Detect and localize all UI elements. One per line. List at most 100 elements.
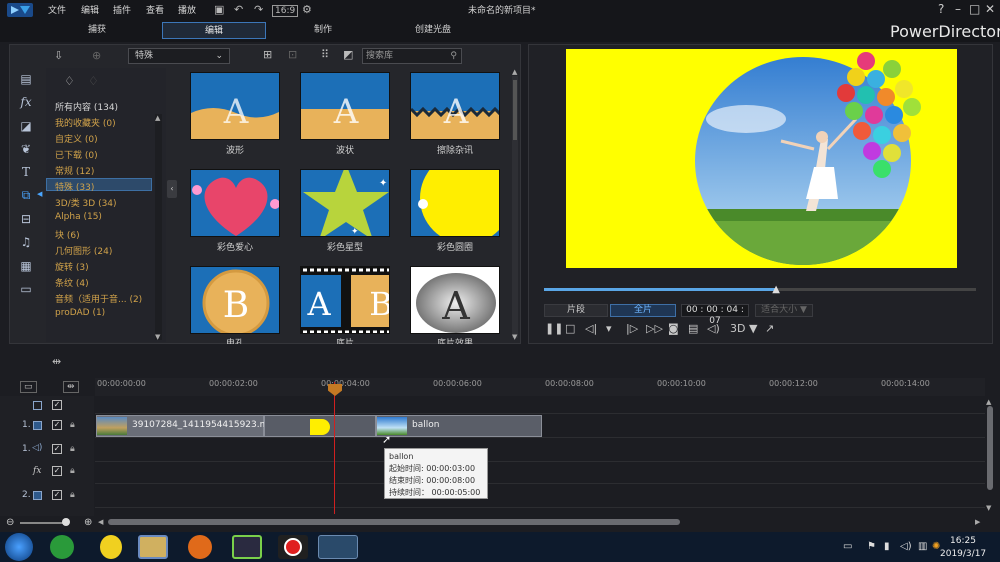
next-frame-icon[interactable]: |▷ — [626, 322, 638, 335]
lock-icon[interactable]: 🔒︎ — [70, 420, 75, 430]
3d-mode-select[interactable]: 3D ▼ — [730, 322, 757, 335]
category-select[interactable]: 特殊 ⌄ — [128, 48, 230, 64]
split-marker-icon[interactable]: ▾ — [606, 322, 612, 335]
transition-thumb-film[interactable]: AB — [300, 266, 390, 334]
category-item[interactable]: 旋转 (3) — [55, 260, 89, 273]
category-item[interactable]: 我的收藏夹 (0) — [55, 116, 116, 129]
zoom-slider-knob[interactable] — [62, 518, 70, 526]
search-input[interactable]: 搜索库 ⚲ — [362, 48, 462, 64]
tray-volume-icon[interactable]: ◁) — [900, 541, 912, 552]
clock-time[interactable]: 16:25 — [950, 536, 976, 546]
transition-thumb-film-effect[interactable]: A — [410, 266, 500, 334]
transition-thumb-noise-wipe[interactable]: A — [410, 72, 500, 140]
timeline-horizontal-scrollbar[interactable] — [108, 519, 680, 525]
voice-over-icon[interactable]: ♫ — [18, 235, 34, 251]
category-scrollbar[interactable] — [155, 114, 162, 340]
particle-room-icon[interactable]: ❦ — [18, 142, 34, 158]
category-item[interactable]: 自定义 (0) — [55, 132, 98, 145]
download-globe-icon[interactable]: ⊕ — [92, 49, 101, 62]
category-item[interactable]: 所有内容 (134) — [55, 100, 118, 113]
transition-thumb-wave[interactable]: A — [190, 72, 280, 140]
zoom-slider-track[interactable] — [20, 522, 68, 524]
settings-gear-icon[interactable]: ⚙ — [302, 3, 312, 16]
category-item[interactable]: proDAD (1) — [55, 308, 105, 318]
category-item[interactable]: 块 (6) — [55, 228, 80, 241]
help-button[interactable]: ? — [938, 2, 944, 16]
title-room-icon[interactable]: T — [18, 165, 34, 181]
taskbar-app-360-icon[interactable] — [50, 535, 74, 559]
remove-tag-icon[interactable]: ♢ — [88, 74, 99, 88]
lock-icon[interactable]: 🔒︎ — [70, 466, 75, 476]
zoom-in-icon[interactable]: ⊕ — [84, 517, 92, 528]
video-track-enable-checkbox[interactable]: ✓ — [52, 490, 62, 500]
track-manager-icon[interactable]: ▭ — [20, 381, 37, 393]
subtitle-room-icon[interactable]: ▭ — [18, 282, 34, 298]
audio-track-enable-checkbox[interactable]: ✓ — [52, 444, 62, 454]
video-track-enable-checkbox[interactable]: ✓ — [52, 420, 62, 430]
media-room-icon[interactable]: ▤ — [18, 72, 34, 88]
snapshot-camera-icon[interactable]: ◙ — [668, 322, 679, 335]
tab-produce[interactable]: 制作 — [271, 22, 375, 39]
lock-icon[interactable]: 🔒︎ — [70, 444, 75, 454]
redo-icon[interactable]: ↷ — [254, 3, 263, 16]
minimize-button[interactable]: – — [955, 2, 961, 16]
movie-mode-button[interactable]: 全片 — [610, 304, 676, 317]
taskbar-app-powerdirector-icon[interactable] — [318, 535, 358, 559]
tab-edit[interactable]: 编辑 — [162, 22, 266, 39]
clock-date[interactable]: 2019/3/17 — [940, 549, 986, 559]
scroll-up-icon[interactable]: ▲ — [512, 68, 517, 76]
menu-edit[interactable]: 编辑 — [81, 3, 99, 16]
grid-view-icon[interactable]: ⠿ — [321, 48, 329, 61]
tab-create-disc[interactable]: 创建光盘 — [381, 22, 485, 39]
transition-thumb-color-star[interactable]: ✦ ✦ — [300, 169, 390, 237]
fx-room-icon[interactable]: fx — [18, 95, 34, 111]
thumbnail-size-icon[interactable]: ◩ — [343, 48, 353, 61]
stop-icon[interactable]: □ — [565, 322, 575, 335]
volume-icon[interactable]: ◁) — [707, 322, 720, 335]
tray-network-icon[interactable]: ▥ — [918, 541, 927, 552]
menu-view[interactable]: 查看 — [146, 3, 164, 16]
category-item[interactable]: 条纹 (4) — [55, 276, 89, 289]
tray-device-icon[interactable]: ▮ — [884, 541, 890, 552]
category-item[interactable]: 音频（适用于音... (2) — [55, 292, 142, 305]
scroll-up-icon[interactable]: ▲ — [155, 114, 160, 122]
audio-mixing-icon[interactable]: ⊟ — [18, 212, 34, 228]
add-tag-icon[interactable]: ♢ — [64, 74, 75, 88]
transition-thumb-color-circle[interactable] — [410, 169, 500, 237]
menu-plugins[interactable]: 插件 — [113, 3, 131, 16]
transition-thumb-color-heart[interactable] — [190, 169, 280, 237]
subtitle-display-icon[interactable]: ▤ — [688, 322, 698, 335]
fast-forward-icon[interactable]: ▷▷ — [646, 322, 663, 335]
taskbar-app-firefox-icon[interactable] — [188, 535, 212, 559]
taskbar-app-camtasia-icon[interactable] — [232, 535, 262, 559]
taskbar-app-explorer-icon[interactable] — [138, 535, 168, 559]
track-width-icon[interactable]: ⇹ — [63, 381, 79, 393]
taskbar-app-qq-icon[interactable] — [100, 535, 122, 559]
taskbar-app-recorder-icon[interactable] — [278, 535, 308, 559]
aspect-ratio-icon[interactable]: 16:9 — [272, 5, 299, 17]
clip-mode-button[interactable]: 片段 — [544, 304, 608, 317]
playhead-line[interactable] — [334, 382, 335, 514]
lock-icon[interactable]: 🔒︎ — [70, 490, 75, 500]
category-item[interactable]: 3D/类 3D (34) — [55, 196, 117, 209]
timeline-fit-icon[interactable]: ⇹ — [52, 355, 61, 368]
transition-thumb-coin[interactable]: B — [190, 266, 280, 334]
maximize-button[interactable]: □ — [969, 2, 980, 16]
grid-scrollbar-thumb[interactable] — [513, 80, 517, 140]
previous-frame-icon[interactable]: ◁| — [585, 322, 597, 335]
scroll-down-icon[interactable]: ▼ — [155, 333, 160, 341]
start-button[interactable] — [5, 533, 33, 561]
scroll-down-icon[interactable]: ▼ — [512, 333, 517, 341]
transition-thumb-ripple[interactable]: A — [300, 72, 390, 140]
chapter-room-icon[interactable]: ▦ — [18, 259, 34, 275]
menu-file[interactable]: 文件 — [48, 3, 66, 16]
fx-track-enable-checkbox[interactable]: ✓ — [52, 466, 62, 476]
timeline-vertical-scrollbar[interactable] — [987, 406, 993, 490]
category-item[interactable]: 已下载 (0) — [55, 148, 98, 161]
menu-play[interactable]: 播放 — [178, 3, 196, 16]
pause-icon[interactable]: ❚❚ — [545, 322, 563, 335]
scroll-left-icon[interactable]: ◀ — [98, 518, 103, 526]
category-item[interactable]: 几何图形 (24) — [55, 244, 112, 257]
tray-keyboard-icon[interactable]: ▭ — [843, 541, 852, 552]
preview-screen[interactable] — [566, 49, 957, 268]
